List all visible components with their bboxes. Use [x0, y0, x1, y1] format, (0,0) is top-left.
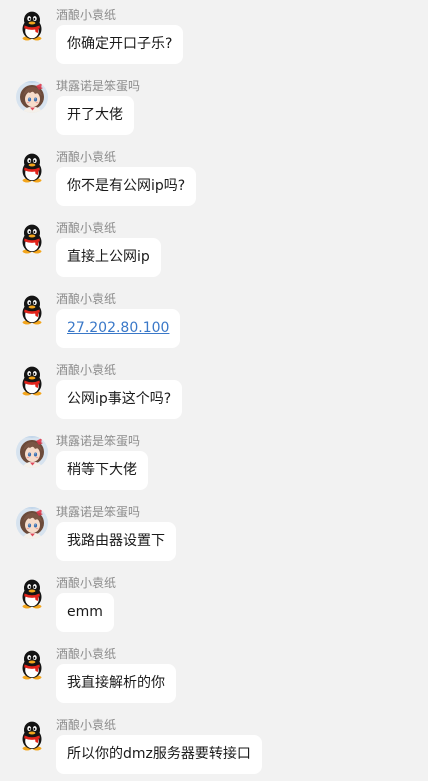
message-bubble: 27.202.80.100 — [56, 309, 181, 348]
chat-message: 酒酿小袁纸 直接上公网ip — [0, 213, 428, 284]
chat-message: 酒酿小袁纸 我直接解析的你 — [0, 639, 428, 710]
sender-name: 酒酿小袁纸 — [56, 292, 117, 306]
message-bubble[interactable]: 我直接解析的你 — [56, 664, 176, 703]
sender-name: 琪露诺是笨蛋吗 — [56, 79, 141, 93]
sender-name: 酒酿小袁纸 — [56, 363, 117, 377]
message-bubble[interactable]: 所以你的dmz服务器要转接口 — [56, 735, 262, 774]
sender-name: 酒酿小袁纸 — [56, 221, 117, 235]
message-bubble[interactable]: 开了大佬 — [56, 96, 134, 135]
anime-character-avatar[interactable] — [16, 81, 48, 113]
chat-message: 琪露诺是笨蛋吗 稍等下大佬 — [0, 426, 428, 497]
qq-penguin-icon[interactable] — [16, 10, 48, 42]
qq-penguin-icon[interactable] — [16, 152, 48, 184]
sender-name: 酒酿小袁纸 — [56, 150, 117, 164]
message-bubble[interactable]: 直接上公网ip — [56, 238, 161, 277]
chat-message: 酒酿小袁纸 公网ip事这个吗? — [0, 355, 428, 426]
chat-message: 酒酿小袁纸 你不是有公网ip吗? — [0, 142, 428, 213]
message-bubble[interactable]: 你确定开口子乐? — [56, 25, 184, 64]
qq-penguin-icon[interactable] — [16, 223, 48, 255]
anime-character-avatar[interactable] — [16, 436, 48, 468]
chat-message: 琪露诺是笨蛋吗 我路由器设置下 — [0, 497, 428, 568]
anime-character-avatar[interactable] — [16, 507, 48, 539]
sender-name: 酒酿小袁纸 — [56, 647, 117, 661]
sender-name: 酒酿小袁纸 — [56, 8, 117, 22]
chat-message-list[interactable]: 酒酿小袁纸 你确定开口子乐? 琪露诺是笨蛋吗 开了大佬 酒酿小袁纸 你不是有公网… — [0, 0, 428, 777]
qq-penguin-icon[interactable] — [16, 294, 48, 326]
ip-address-link[interactable]: 27.202.80.100 — [67, 320, 169, 336]
message-bubble[interactable]: 你不是有公网ip吗? — [56, 167, 197, 206]
message-bubble[interactable]: 我路由器设置下 — [56, 522, 176, 561]
sender-name: 琪露诺是笨蛋吗 — [56, 434, 141, 448]
qq-penguin-icon[interactable] — [16, 365, 48, 397]
message-bubble[interactable]: 公网ip事这个吗? — [56, 380, 183, 419]
message-bubble[interactable]: emm — [56, 593, 114, 632]
chat-message: 酒酿小袁纸 emm — [0, 568, 428, 639]
chat-message: 酒酿小袁纸 27.202.80.100 — [0, 284, 428, 355]
sender-name: 酒酿小袁纸 — [56, 718, 117, 732]
message-bubble[interactable]: 稍等下大佬 — [56, 451, 148, 490]
qq-penguin-icon[interactable] — [16, 649, 48, 681]
chat-message: 酒酿小袁纸 所以你的dmz服务器要转接口 — [0, 710, 428, 781]
qq-penguin-icon[interactable] — [16, 578, 48, 610]
chat-message: 琪露诺是笨蛋吗 开了大佬 — [0, 71, 428, 142]
qq-penguin-icon[interactable] — [16, 720, 48, 752]
sender-name: 琪露诺是笨蛋吗 — [56, 505, 141, 519]
chat-message: 酒酿小袁纸 你确定开口子乐? — [0, 0, 428, 71]
sender-name: 酒酿小袁纸 — [56, 576, 117, 590]
